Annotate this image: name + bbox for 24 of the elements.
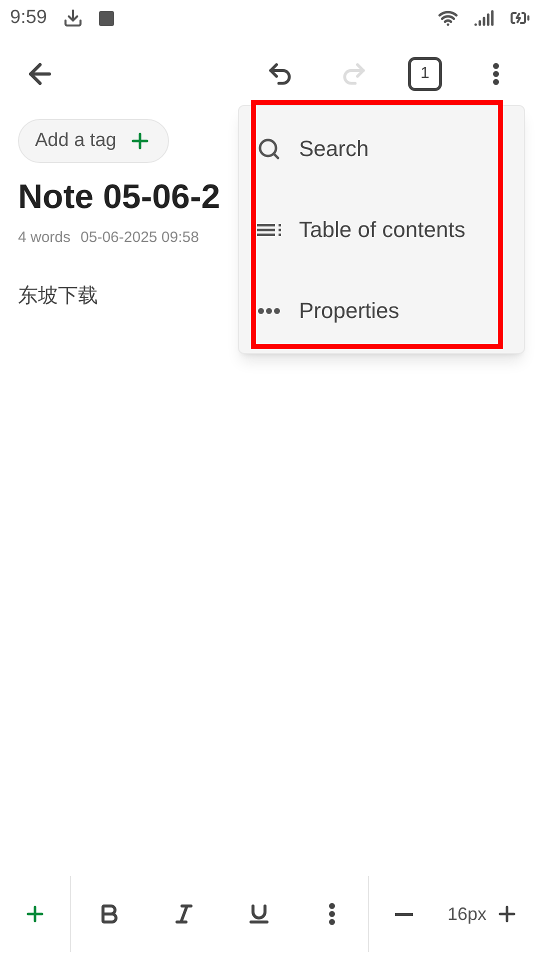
- font-size: 16px: [446, 902, 488, 926]
- status-time: 9:59: [10, 6, 47, 30]
- undo-icon: [266, 60, 294, 88]
- menu-item[interactable]: Table of contents: [239, 189, 524, 270]
- underline-icon: [246, 902, 270, 926]
- signal-icon: [474, 8, 494, 28]
- note-title: Note 05-06-2: [18, 177, 222, 218]
- menu-item[interactable]: Search: [239, 108, 524, 189]
- note-body: 东坡下载: [18, 282, 99, 308]
- modified-date: 05-06-2025 09:58: [80, 228, 199, 248]
- word-count: 4 words: [18, 228, 71, 248]
- menu-item[interactable]: Properties: [239, 270, 524, 351]
- redo-icon: [340, 60, 368, 88]
- list-icon: [257, 224, 281, 236]
- download-icon: [62, 8, 83, 28]
- page-count-button[interactable]: 1: [408, 57, 442, 91]
- more-icon: [258, 308, 280, 314]
- more-icon: [329, 903, 335, 925]
- wifi-icon: [438, 8, 458, 28]
- minus-icon: [395, 912, 413, 916]
- search-icon: [257, 136, 281, 160]
- more-icon: [493, 63, 499, 85]
- app-notification-icon: [98, 10, 114, 26]
- add-tag-button[interactable]: Add a tag: [18, 119, 170, 163]
